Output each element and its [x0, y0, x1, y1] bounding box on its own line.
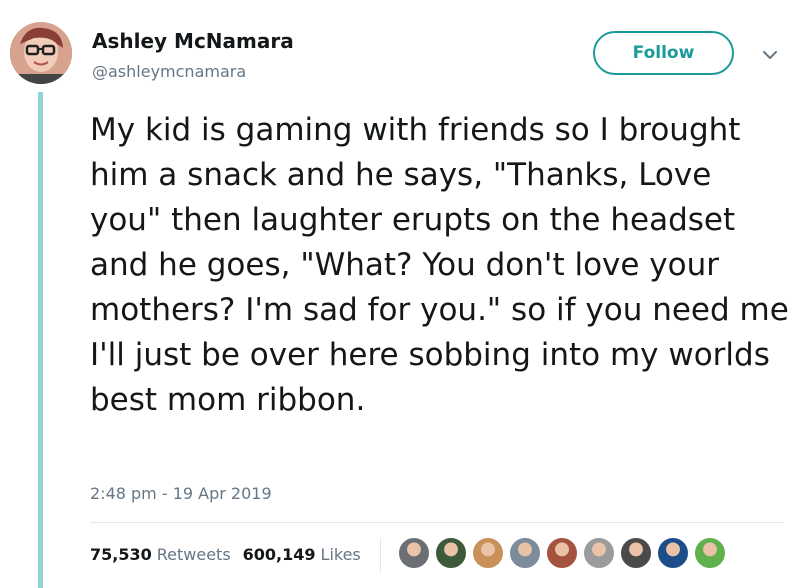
thread-line [38, 92, 43, 588]
avatar-icon[interactable] [620, 537, 652, 569]
avatar-icon[interactable] [398, 537, 430, 569]
tweet-stats: 75,530 Retweets 600,149 Likes [90, 545, 373, 564]
liker-avatars [398, 537, 731, 569]
avatar-icon[interactable] [583, 537, 615, 569]
tweet-text: My kid is gaming with friends so I broug… [90, 112, 789, 418]
avatar-icon[interactable] [657, 537, 689, 569]
avatar-icon[interactable] [509, 537, 541, 569]
tweet-timestamp[interactable]: 2:48 pm - 19 Apr 2019 [90, 484, 272, 503]
avatar-icon[interactable] [435, 537, 467, 569]
likes-stat[interactable]: 600,149 Likes [243, 545, 361, 564]
avatar-icon[interactable] [546, 537, 578, 569]
avatar-icon[interactable] [694, 537, 726, 569]
retweets-label: Retweets [156, 545, 231, 564]
author-handle[interactable]: @ashleymcnamara [92, 62, 246, 81]
stats-separator [380, 538, 381, 572]
retweets-count: 75,530 [90, 545, 152, 564]
divider [90, 522, 784, 523]
retweets-stat[interactable]: 75,530 Retweets [90, 545, 231, 564]
chevron-down-icon[interactable] [760, 45, 780, 65]
author-avatar[interactable] [10, 22, 72, 84]
follow-button[interactable]: Follow [593, 31, 734, 75]
likes-count: 600,149 [242, 545, 316, 564]
avatar-icon [10, 22, 72, 84]
avatar-icon[interactable] [472, 537, 504, 569]
author-name[interactable]: Ashley McNamara [92, 29, 294, 53]
likes-label: Likes [320, 545, 361, 564]
